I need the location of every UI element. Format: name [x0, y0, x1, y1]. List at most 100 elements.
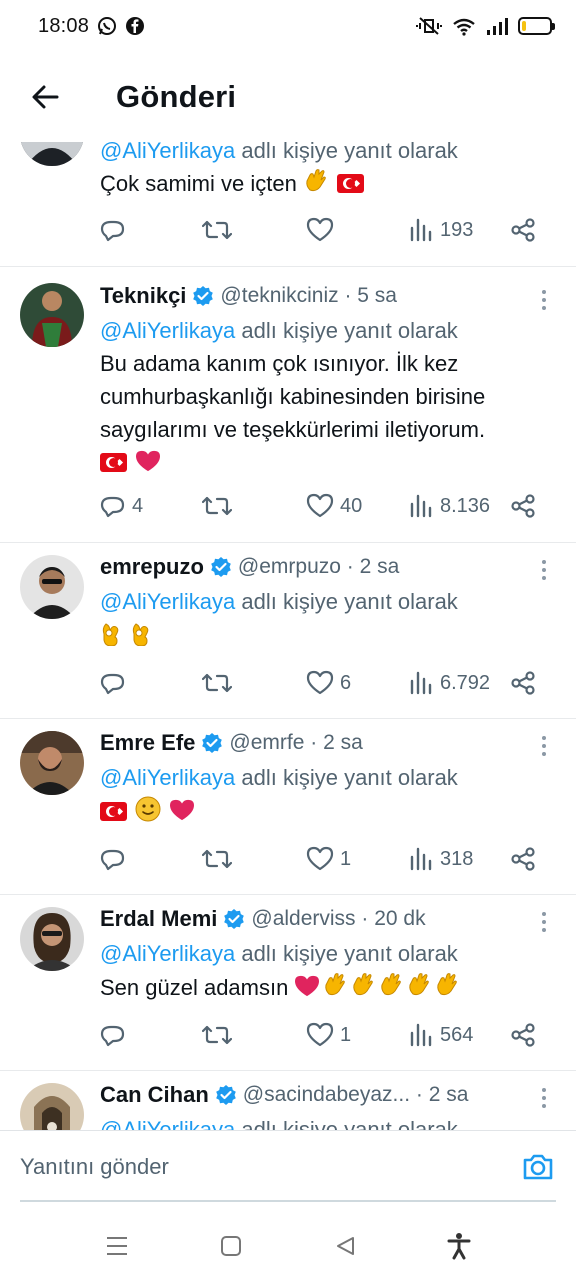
facebook-icon	[125, 16, 145, 36]
views-count: 6.792	[440, 671, 491, 694]
clap-emoji	[322, 972, 348, 1007]
share-icon	[511, 1023, 535, 1047]
share-button[interactable]	[510, 670, 536, 696]
reply-button[interactable]	[100, 670, 132, 696]
retweet-button[interactable]	[202, 493, 238, 519]
clap-emoji	[378, 972, 404, 1007]
views-button[interactable]: 564	[410, 1023, 473, 1047]
more-options-button[interactable]	[534, 285, 554, 315]
share-button[interactable]	[510, 1022, 536, 1048]
tweet-item[interactable]: Teknikçi @teknikciniz · 5 sa @AliYerlika…	[0, 267, 576, 543]
author-name[interactable]: Erdal Memi	[100, 906, 217, 932]
avatar[interactable]	[20, 283, 84, 347]
verified-badge-icon	[201, 732, 223, 754]
camera-icon	[523, 1154, 553, 1179]
views-icon	[410, 847, 432, 871]
reply-context: @AliYerlikaya adlı kişiye yanıt olarak	[100, 589, 458, 614]
more-options-button[interactable]	[534, 555, 554, 585]
back-button[interactable]	[0, 52, 90, 142]
share-icon	[511, 671, 535, 695]
tweet-item[interactable]: @AliYerlikaya adlı kişiye yanıt olarak Ç…	[0, 128, 576, 267]
heart-icon	[306, 670, 334, 695]
share-button[interactable]	[510, 846, 536, 872]
recents-button[interactable]	[97, 1226, 137, 1266]
views-button[interactable]: 8.136	[410, 494, 490, 518]
back-nav-button[interactable]	[325, 1226, 365, 1266]
like-button[interactable]: 40	[306, 493, 362, 519]
avatar[interactable]	[20, 907, 84, 971]
author-name[interactable]: Emre Efe	[100, 730, 195, 756]
comment-icon	[100, 1025, 125, 1047]
author-name[interactable]: Can Cihan	[100, 1082, 209, 1108]
views-button[interactable]: 6.792	[410, 671, 490, 695]
reply-feed[interactable]: @AliYerlikaya adlı kişiye yanıt olarak Ç…	[0, 128, 576, 1130]
retweet-icon	[202, 673, 232, 693]
tweet-item[interactable]: Erdal Memi @alderviss · 20 dk @AliYerlik…	[0, 895, 576, 1071]
views-count: 8.136	[440, 494, 491, 517]
tweet-age: 20 dk	[374, 907, 426, 930]
avatar[interactable]	[20, 555, 84, 619]
like-button[interactable]	[306, 217, 340, 243]
like-button[interactable]: 6	[306, 670, 351, 696]
mention-link[interactable]: @AliYerlikaya	[100, 765, 235, 790]
mention-link[interactable]: @AliYerlikaya	[100, 941, 235, 966]
author-handle[interactable]: @teknikciniz	[220, 284, 338, 308]
avatar[interactable]	[20, 1083, 84, 1130]
author-handle[interactable]: @emrfe	[229, 731, 304, 755]
reply-count: 4	[132, 494, 144, 517]
share-button[interactable]	[510, 493, 536, 519]
like-button[interactable]: 1	[306, 1022, 351, 1048]
page-header: Gönderi	[0, 52, 576, 142]
clap-emoji	[303, 168, 329, 203]
triangle-back-icon	[337, 1237, 354, 1255]
arrow-left-icon	[32, 85, 59, 109]
clap-emoji	[434, 972, 460, 1007]
retweet-button[interactable]	[202, 846, 238, 872]
reply-button[interactable]	[100, 846, 132, 872]
status-time: 18:08	[38, 14, 90, 37]
reply-button[interactable]: 4	[100, 493, 143, 519]
retweet-button[interactable]	[202, 670, 238, 696]
camera-button[interactable]	[520, 1149, 556, 1185]
tweet-text: Bu adama kanım çok ısınıyor. İlk kez cum…	[100, 347, 546, 482]
author-handle[interactable]: @sacindabeyaz...	[243, 1083, 410, 1107]
share-icon	[511, 218, 535, 242]
tweet-item[interactable]: Can Cihan @sacindabeyaz... · 2 sa @AliYe…	[0, 1071, 576, 1130]
share-button[interactable]	[510, 217, 536, 243]
views-count: 564	[440, 1023, 474, 1046]
like-count: 1	[340, 847, 352, 870]
home-button[interactable]	[211, 1226, 251, 1266]
like-button[interactable]: 1	[306, 846, 351, 872]
tweet-age: 5 sa	[357, 284, 397, 307]
tweet-text: Sen güzel adamsın	[100, 971, 546, 1007]
retweet-button[interactable]	[202, 217, 238, 243]
views-icon	[410, 218, 432, 242]
reply-button[interactable]	[100, 1022, 132, 1048]
reply-context: @AliYerlikaya adlı kişiye yanıt olarak	[100, 318, 458, 343]
reply-input[interactable]	[20, 1153, 520, 1180]
mention-link[interactable]: @AliYerlikaya	[100, 1117, 235, 1130]
battery-icon	[518, 17, 555, 35]
turkey-flag-emoji	[100, 802, 127, 821]
mention-link[interactable]: @AliYerlikaya	[100, 318, 235, 343]
more-options-button[interactable]	[534, 1083, 554, 1113]
red-heart-emoji	[169, 798, 195, 831]
accessibility-button[interactable]	[439, 1226, 479, 1266]
views-button[interactable]: 318	[410, 847, 473, 871]
views-button[interactable]: 193	[410, 218, 473, 242]
more-options-button[interactable]	[534, 731, 554, 761]
vibrate-mute-icon	[416, 16, 442, 36]
avatar[interactable]	[20, 731, 84, 795]
reply-button[interactable]	[100, 217, 132, 243]
like-count: 40	[340, 494, 363, 517]
tweet-text	[100, 619, 546, 655]
retweet-button[interactable]	[202, 1022, 238, 1048]
tweet-item[interactable]: emrepuzo @emrpuzo · 2 sa @AliYerlikaya a…	[0, 543, 576, 719]
author-name[interactable]: Teknikçi	[100, 283, 186, 309]
mention-link[interactable]: @AliYerlikaya	[100, 589, 235, 614]
author-name[interactable]: emrepuzo	[100, 554, 204, 580]
more-options-button[interactable]	[534, 907, 554, 937]
author-handle[interactable]: @alderviss	[251, 907, 355, 931]
author-handle[interactable]: @emrpuzo	[238, 555, 341, 579]
tweet-item[interactable]: Emre Efe @emrfe · 2 sa @AliYerlikaya adl…	[0, 719, 576, 895]
